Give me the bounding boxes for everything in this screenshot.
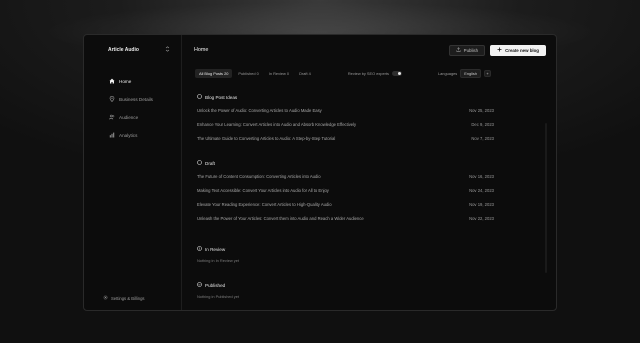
page-title: Home bbox=[194, 47, 209, 53]
app-window: Article Audio Home Business Details Audi… bbox=[83, 34, 557, 311]
publish-label: Publish bbox=[463, 47, 479, 53]
languages-label: Languages bbox=[437, 70, 458, 76]
post-title: Making Text Accessible: Convert Your Art… bbox=[197, 187, 329, 193]
post-date: Nov 16, 2023 bbox=[469, 173, 494, 179]
status-tabs: All Blog Posts 20 Published 0 In Review … bbox=[195, 68, 315, 78]
home-icon bbox=[109, 78, 115, 84]
check-circle-icon bbox=[197, 282, 202, 288]
circle-icon bbox=[197, 94, 202, 100]
sidebar: Article Audio Home Business Details Audi… bbox=[84, 35, 182, 310]
section-header: Blog Post Ideas bbox=[197, 91, 494, 103]
post-title: Unlock the Power of Audio: Converting Ar… bbox=[197, 107, 322, 113]
language-select[interactable]: English bbox=[460, 68, 481, 78]
tab-draft[interactable]: Draft 4 bbox=[295, 69, 315, 78]
table-row[interactable]: The Ultimate Guide to Converting Article… bbox=[197, 131, 494, 145]
sidebar-nav: Home Business Details Audience Analytics bbox=[84, 72, 181, 144]
settings-billing-link[interactable]: Settings & Billings bbox=[103, 295, 145, 301]
bar-chart-icon bbox=[109, 132, 115, 138]
app-title: Article Audio bbox=[108, 47, 139, 53]
filter-bar: All Blog Posts 20 Published 0 In Review … bbox=[182, 65, 556, 81]
sidebar-item-label: Audience bbox=[119, 114, 139, 120]
publish-button[interactable]: Publish bbox=[448, 44, 486, 56]
table-row[interactable]: Unlock the Power of Audio: Converting Ar… bbox=[197, 103, 494, 117]
filter-controls: Review by SEO experts Languages English … bbox=[347, 68, 491, 78]
sidebar-item-label: Analytics bbox=[119, 132, 138, 138]
create-new-blog-button[interactable]: Create new blog bbox=[490, 44, 546, 56]
header-actions: Publish Create new blog bbox=[448, 44, 546, 56]
main-content: Home Publish Create new blog All Blog Po… bbox=[182, 35, 556, 310]
post-date: Nov 7, 2023 bbox=[471, 135, 494, 141]
table-row[interactable]: Unleash the Power of Your Articles: Conv… bbox=[197, 211, 494, 225]
top-bar: Home Publish Create new blog bbox=[182, 35, 556, 65]
tab-published[interactable]: Published 0 bbox=[234, 69, 262, 78]
table-row[interactable]: Elevate Your Reading Experience: Convert… bbox=[197, 197, 494, 211]
post-date: Nov 22, 2023 bbox=[469, 215, 494, 221]
post-date: Nov 24, 2023 bbox=[469, 187, 494, 193]
sidebar-item-audience[interactable]: Audience bbox=[84, 108, 181, 126]
settings-label: Settings & Billings bbox=[111, 295, 145, 301]
sidebar-item-home[interactable]: Home bbox=[84, 72, 181, 90]
empty-state: Nothing in Published yet bbox=[197, 293, 239, 299]
chevron-updown-icon bbox=[165, 46, 170, 54]
post-title: Elevate Your Reading Experience: Convert… bbox=[197, 201, 332, 207]
post-date: Nov 19, 2023 bbox=[469, 201, 494, 207]
language-control: Languages English + bbox=[437, 68, 491, 78]
gear-icon bbox=[103, 295, 108, 301]
post-date: Dec 9, 2023 bbox=[471, 121, 494, 127]
sidebar-item-analytics[interactable]: Analytics bbox=[84, 126, 181, 144]
add-language-button[interactable]: + bbox=[484, 69, 491, 77]
section-header: Draft bbox=[197, 157, 494, 169]
section-in-review: In Review Nothing in In Review yet bbox=[197, 243, 494, 265]
seo-review-label: Review by SEO experts bbox=[347, 70, 389, 76]
location-icon bbox=[109, 96, 115, 102]
create-label: Create new blog bbox=[505, 47, 539, 53]
tab-in-review[interactable]: In Review 0 bbox=[265, 69, 293, 78]
seo-review-control: Review by SEO experts bbox=[347, 70, 402, 76]
app-switcher[interactable]: Article Audio bbox=[84, 44, 181, 56]
section-title: Published bbox=[205, 282, 226, 288]
post-title: The Ultimate Guide to Converting Article… bbox=[197, 135, 336, 141]
scrollbar[interactable] bbox=[545, 123, 547, 273]
upload-icon bbox=[456, 47, 461, 53]
table-row[interactable]: Enhance Your Learning: Convert Articles … bbox=[197, 117, 494, 131]
empty-state: Nothing in In Review yet bbox=[197, 257, 239, 263]
sidebar-item-business-details[interactable]: Business Details bbox=[84, 90, 181, 108]
section-header: In Review bbox=[197, 243, 494, 255]
post-date: Nov 25, 2023 bbox=[469, 107, 494, 113]
seo-review-toggle[interactable] bbox=[391, 70, 402, 76]
posts-list: Blog Post Ideas Unlock the Power of Audi… bbox=[182, 81, 556, 301]
section-draft: Draft The Future of Content Consumption:… bbox=[197, 157, 494, 225]
section-title: Draft bbox=[205, 160, 215, 166]
section-header: Published bbox=[197, 279, 494, 291]
section-title: In Review bbox=[205, 246, 226, 252]
sidebar-item-label: Business Details bbox=[119, 96, 153, 102]
sidebar-item-label: Home bbox=[119, 78, 132, 84]
plus-icon bbox=[497, 47, 502, 53]
section-published: Published Nothing in Published yet bbox=[197, 279, 494, 301]
users-icon bbox=[109, 114, 115, 120]
post-title: Enhance Your Learning: Convert Articles … bbox=[197, 121, 357, 127]
section-blog-post-ideas: Blog Post Ideas Unlock the Power of Audi… bbox=[197, 91, 494, 145]
table-row[interactable]: The Future of Content Consumption: Conve… bbox=[197, 169, 494, 183]
post-title: Unleash the Power of Your Articles: Conv… bbox=[197, 215, 364, 221]
tab-all-blog-posts[interactable]: All Blog Posts 20 bbox=[195, 68, 233, 78]
section-title: Blog Post Ideas bbox=[205, 94, 238, 100]
circle-icon bbox=[197, 160, 202, 166]
post-title: The Future of Content Consumption: Conve… bbox=[197, 173, 321, 179]
info-circle-icon bbox=[197, 246, 202, 252]
table-row[interactable]: Making Text Accessible: Convert Your Art… bbox=[197, 183, 494, 197]
